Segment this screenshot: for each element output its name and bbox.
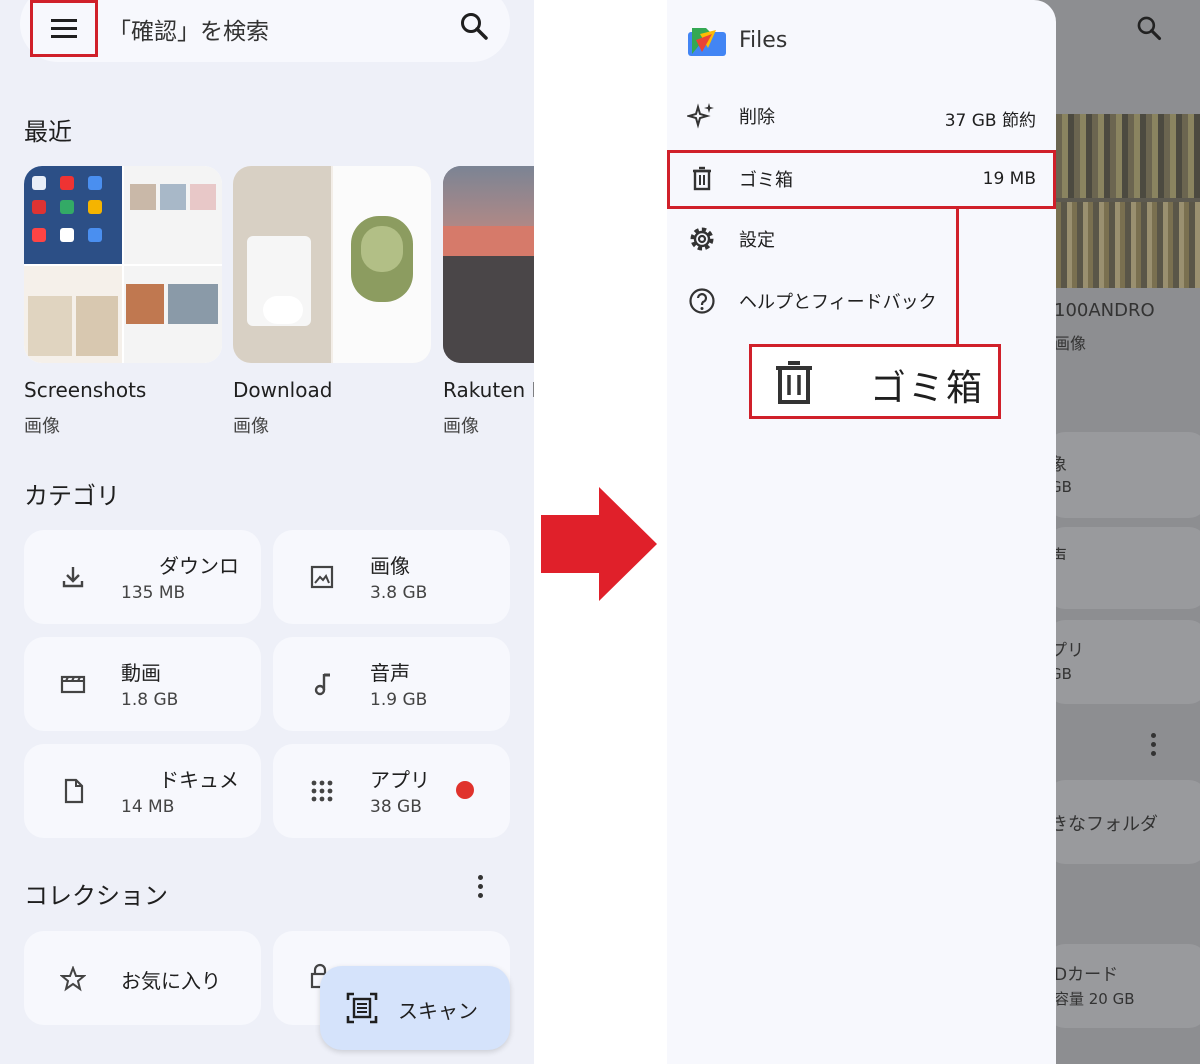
callout-connector <box>956 209 959 346</box>
category-size: 1.9 GB <box>370 690 428 710</box>
gear-icon <box>690 227 714 251</box>
background-thumbnail <box>1056 114 1200 288</box>
callout-label: ゴミ箱 <box>870 368 985 409</box>
scan-fab-label: スキャン <box>398 999 478 1023</box>
notification-dot <box>456 781 474 799</box>
folder-name: Download <box>233 378 333 402</box>
folder-type: 画像 <box>443 416 479 437</box>
category-card-images[interactable]: 画像 3.8 GB <box>273 530 510 624</box>
category-size: 38 GB <box>370 797 422 817</box>
search-icon[interactable] <box>458 10 490 42</box>
background-folder-name: 100ANDRO <box>1054 300 1155 321</box>
scan-fab-button[interactable]: スキャン <box>320 966 510 1050</box>
category-name: ダウンロ <box>159 554 239 578</box>
folder-name: Rakuten D <box>443 378 534 402</box>
recent-thumbnail-download[interactable] <box>233 166 431 363</box>
background-card <box>1047 432 1200 518</box>
files-drawer-screen: 100ANDRO 画像 象 GB 声 プリ GB きなフォルダ Dカード 容量 … <box>667 0 1200 1064</box>
hamburger-icon <box>51 18 77 38</box>
drawer-item-label: 設定 <box>739 230 775 251</box>
category-size: 135 MB <box>121 583 186 603</box>
download-icon <box>62 567 84 588</box>
collection-card-favorites[interactable]: お気に入り <box>24 931 261 1025</box>
category-card-apps[interactable]: アプリ 38 GB <box>273 744 510 838</box>
files-logo-icon <box>688 28 726 56</box>
category-name: ドキュメ <box>159 768 239 792</box>
drawer-item-label: ヘルプとフィードバック <box>739 292 937 313</box>
help-icon <box>689 288 715 314</box>
background-card <box>1047 620 1200 704</box>
music-note-icon <box>314 673 330 696</box>
category-name: 音声 <box>370 661 410 685</box>
recent-thumbnail-rakuten[interactable] <box>443 166 534 363</box>
background-card <box>1047 944 1200 1028</box>
category-name: アプリ <box>370 768 430 792</box>
trash-highlight-box <box>667 150 1056 209</box>
drawer-item-help[interactable]: ヘルプとフィードバック <box>667 271 1056 331</box>
folder-name: Screenshots <box>24 378 147 402</box>
categories-section-title: カテゴリ <box>24 482 120 510</box>
trash-icon <box>776 361 812 404</box>
star-icon <box>60 966 86 992</box>
search-input[interactable]: 「確認」を検索 <box>108 12 269 46</box>
menu-button[interactable] <box>30 0 98 57</box>
category-card-audio[interactable]: 音声 1.9 GB <box>273 637 510 731</box>
drawer-app-title: Files <box>739 28 788 53</box>
category-card-videos[interactable]: 動画 1.8 GB <box>24 637 261 731</box>
collection-name: お気に入り <box>121 969 221 993</box>
drawer-item-clean[interactable]: 削除 37 GB 節約 <box>667 86 1056 146</box>
folder-type: 画像 <box>233 416 269 437</box>
recent-section-title: 最近 <box>24 118 72 146</box>
background-card <box>1047 527 1200 609</box>
category-size: 1.8 GB <box>121 690 179 710</box>
category-card-documents[interactable]: ドキュメ 14 MB <box>24 744 261 838</box>
category-size: 14 MB <box>121 797 175 817</box>
drawer-item-value: 37 GB 節約 <box>944 111 1036 131</box>
category-card-downloads[interactable]: ダウンロ 135 MB <box>24 530 261 624</box>
more-options-icon <box>1151 733 1157 760</box>
document-scan-icon <box>346 992 378 1024</box>
drawer-item-settings[interactable]: 設定 <box>667 209 1056 269</box>
category-size: 3.8 GB <box>370 583 428 603</box>
video-icon <box>60 675 86 694</box>
category-name: 動画 <box>121 661 161 685</box>
right-arrow-icon <box>541 487 657 601</box>
more-options-icon[interactable] <box>478 875 484 902</box>
collections-section-title: コレクション <box>24 882 168 910</box>
background-collection-name: きなフォルダ <box>1050 814 1158 835</box>
trash-callout: ゴミ箱 <box>749 344 1001 419</box>
image-icon <box>310 565 334 589</box>
background-storage-title: Dカード <box>1054 965 1119 985</box>
background-folder-type: 画像 <box>1054 334 1087 353</box>
files-home-screen: 「確認」を検索 最近 Screenshots 画像 Download 画像 Ra… <box>0 0 534 1064</box>
folder-type: 画像 <box>24 416 60 437</box>
search-icon <box>1137 16 1162 41</box>
category-name: 画像 <box>370 554 410 578</box>
document-icon <box>64 778 84 804</box>
drawer-item-label: 削除 <box>739 107 775 128</box>
background-storage-size: 容量 20 GB <box>1054 990 1135 1008</box>
sparkle-icon <box>687 103 714 129</box>
apps-grid-icon <box>311 780 333 802</box>
recent-thumbnail-screenshots[interactable] <box>24 166 222 363</box>
